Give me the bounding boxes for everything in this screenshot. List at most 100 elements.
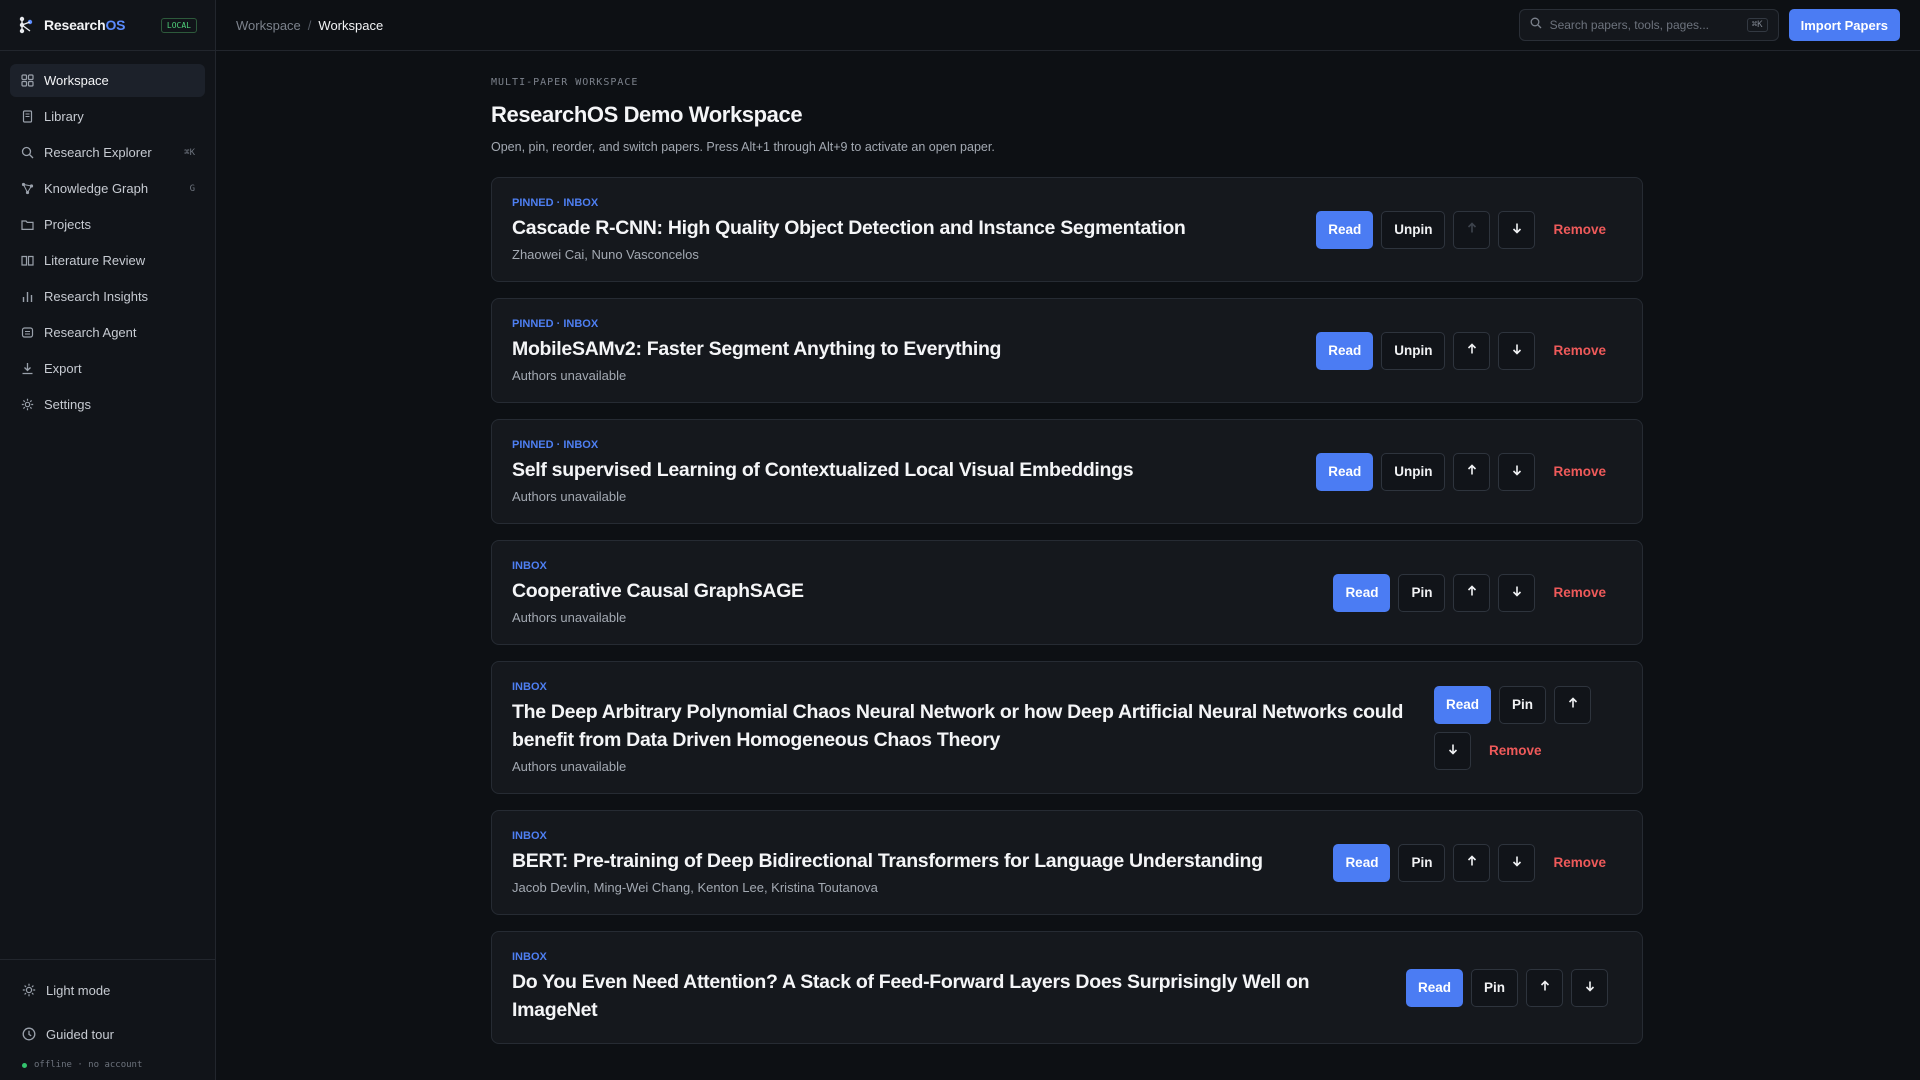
arrow-up-icon xyxy=(1567,697,1579,712)
remove-button[interactable]: Remove xyxy=(1543,844,1616,882)
arrow-down-icon xyxy=(1447,743,1459,758)
paper-authors: Jacob Devlin, Ming-Wei Chang, Kenton Lee… xyxy=(512,880,878,895)
paper-authors: Authors unavailable xyxy=(512,368,627,383)
search-shortcut: ⌘K xyxy=(1746,18,1768,32)
sidebar-item-projects[interactable]: Projects xyxy=(10,208,205,241)
page-title: ResearchOS Demo Workspace xyxy=(491,102,803,127)
paper-title[interactable]: Self supervised Learning of Contextualiz… xyxy=(512,456,1292,484)
move-down-button[interactable] xyxy=(1571,968,1608,1007)
sidebar-item-label: Research Agent xyxy=(44,325,137,340)
remove-button[interactable]: Remove xyxy=(1479,732,1552,770)
move-up-button[interactable] xyxy=(1453,573,1491,612)
paper-card: PINNED · INBOX MobileSAMv2: Faster Segmen… xyxy=(491,298,1643,403)
help-circle-icon xyxy=(22,1027,36,1041)
brand: ResearchOS LOCAL xyxy=(0,0,215,51)
move-down-button[interactable] xyxy=(1434,731,1471,770)
guided-tour-button[interactable]: Guided tour xyxy=(12,1016,203,1052)
status-text: offline · no account xyxy=(34,1060,143,1070)
sidebar-footer: Light mode Guided tour offline · no acco… xyxy=(0,959,215,1080)
sidebar-nav: Workspace Library Research Explorer ⌘K Knowl… xyxy=(0,51,215,959)
sidebar-item-research-insights[interactable]: Research Insights xyxy=(10,280,205,313)
pin-button[interactable]: Pin xyxy=(1499,685,1547,724)
graph-icon xyxy=(20,182,34,196)
sidebar-item-export[interactable]: Export xyxy=(10,352,205,385)
sidebar-item-workspace[interactable]: Workspace xyxy=(10,64,205,97)
folder-icon xyxy=(20,218,34,232)
status-dot xyxy=(22,1062,27,1068)
move-down-button[interactable] xyxy=(1498,843,1536,882)
paper-title[interactable]: BERT: Pre-training of Deep Bidirectional… xyxy=(512,847,1309,875)
paper-tags: PINNED · INBOX xyxy=(512,197,599,209)
bar-chart-icon xyxy=(20,290,34,304)
move-down-button[interactable] xyxy=(1498,210,1536,249)
remove-button[interactable]: Remove xyxy=(1543,574,1616,612)
arrow-down-icon xyxy=(1511,464,1523,479)
pin-button[interactable]: Pin xyxy=(1398,843,1446,882)
paper-tags: PINNED · INBOX xyxy=(512,318,599,330)
paper-tags: INBOX xyxy=(512,681,547,693)
paper-title[interactable]: MobileSAMv2: Faster Segment Anything to … xyxy=(512,335,1292,363)
paper-info: INBOX Do You Even Need Attention? A Stack… xyxy=(512,951,1382,1024)
paper-tags: INBOX xyxy=(512,951,547,963)
paper-info: INBOX The Deep Arbitrary Polynomial Chaos… xyxy=(512,681,1410,774)
paper-title[interactable]: Cooperative Causal GraphSAGE xyxy=(512,577,1309,605)
import-papers-button[interactable]: Import Papers xyxy=(1788,9,1900,41)
search-input[interactable] xyxy=(1549,18,1747,32)
unpin-button[interactable]: Unpin xyxy=(1381,210,1446,249)
sidebar-item-settings[interactable]: Settings xyxy=(10,388,205,421)
light-mode-label: Light mode xyxy=(46,982,111,998)
sidebar-item-research-agent[interactable]: Research Agent xyxy=(10,316,205,349)
remove-button[interactable]: Remove xyxy=(1543,453,1616,491)
sidebar-item-label: Research Explorer xyxy=(44,145,152,160)
paper-title[interactable]: Cascade R-CNN: High Quality Object Detec… xyxy=(512,214,1292,242)
read-button[interactable]: Read xyxy=(1316,210,1374,249)
sidebar-item-literature-review[interactable]: Literature Review xyxy=(10,244,205,277)
search-icon xyxy=(20,146,34,160)
read-button[interactable]: Read xyxy=(1333,843,1391,882)
read-button[interactable]: Read xyxy=(1316,452,1374,491)
topbar: Workspace / Workspace ⌘K Import Papers xyxy=(216,0,1920,51)
sidebar-item-label: Literature Review xyxy=(44,253,146,268)
page-description: Open, pin, reorder, and switch papers. P… xyxy=(491,140,995,154)
move-up-button[interactable] xyxy=(1453,452,1491,491)
read-button[interactable]: Read xyxy=(1405,968,1463,1007)
move-up-button[interactable] xyxy=(1453,331,1491,370)
read-button[interactable]: Read xyxy=(1333,573,1391,612)
unpin-button[interactable]: Unpin xyxy=(1381,331,1446,370)
app-root: ResearchOS LOCAL Workspace Library Researc… xyxy=(0,0,1920,1080)
bot-icon xyxy=(20,326,34,340)
paper-tags: PINNED · INBOX xyxy=(512,439,599,451)
sun-icon xyxy=(22,983,36,997)
sidebar-item-label: Export xyxy=(44,361,82,376)
move-down-button[interactable] xyxy=(1498,452,1536,491)
paper-title[interactable]: Do You Even Need Attention? A Stack of F… xyxy=(512,968,1382,1024)
sidebar-item-research-explorer[interactable]: Research Explorer ⌘K xyxy=(10,136,205,169)
move-up-button[interactable] xyxy=(1453,843,1491,882)
sidebar-item-library[interactable]: Library xyxy=(10,100,205,133)
paper-actions: Read Pin Remove xyxy=(1333,573,1616,612)
pin-button[interactable]: Pin xyxy=(1398,573,1446,612)
paper-actions: Read Pin Remove xyxy=(1333,843,1616,882)
move-up-button[interactable] xyxy=(1554,685,1592,724)
search-box[interactable]: ⌘K xyxy=(1518,9,1779,41)
move-down-button[interactable] xyxy=(1498,573,1536,612)
arrow-up-icon xyxy=(1466,464,1478,479)
remove-button[interactable]: Remove xyxy=(1543,332,1616,370)
unpin-button[interactable]: Unpin xyxy=(1381,452,1446,491)
paper-tags: INBOX xyxy=(512,560,547,572)
sidebar-item-label: Projects xyxy=(44,217,91,232)
paper-title[interactable]: The Deep Arbitrary Polynomial Chaos Neur… xyxy=(512,698,1410,754)
move-down-button[interactable] xyxy=(1498,331,1536,370)
read-button[interactable]: Read xyxy=(1316,331,1374,370)
light-mode-toggle[interactable]: Light mode xyxy=(12,972,203,1008)
move-up-button[interactable] xyxy=(1526,968,1563,1007)
remove-button[interactable]: Remove xyxy=(1543,211,1616,249)
sidebar-item-label: Knowledge Graph xyxy=(44,181,149,196)
sidebar-item-knowledge-graph[interactable]: Knowledge Graph G xyxy=(10,172,205,205)
move-up-button xyxy=(1453,210,1491,249)
page-eyebrow: MULTI-PAPER WORKSPACE xyxy=(491,77,639,88)
paper-card: PINNED · INBOX Cascade R-CNN: High Qualit… xyxy=(491,177,1643,282)
pin-button[interactable]: Pin xyxy=(1470,968,1518,1007)
read-button[interactable]: Read xyxy=(1434,685,1491,724)
breadcrumb-parent[interactable]: Workspace xyxy=(236,18,301,33)
